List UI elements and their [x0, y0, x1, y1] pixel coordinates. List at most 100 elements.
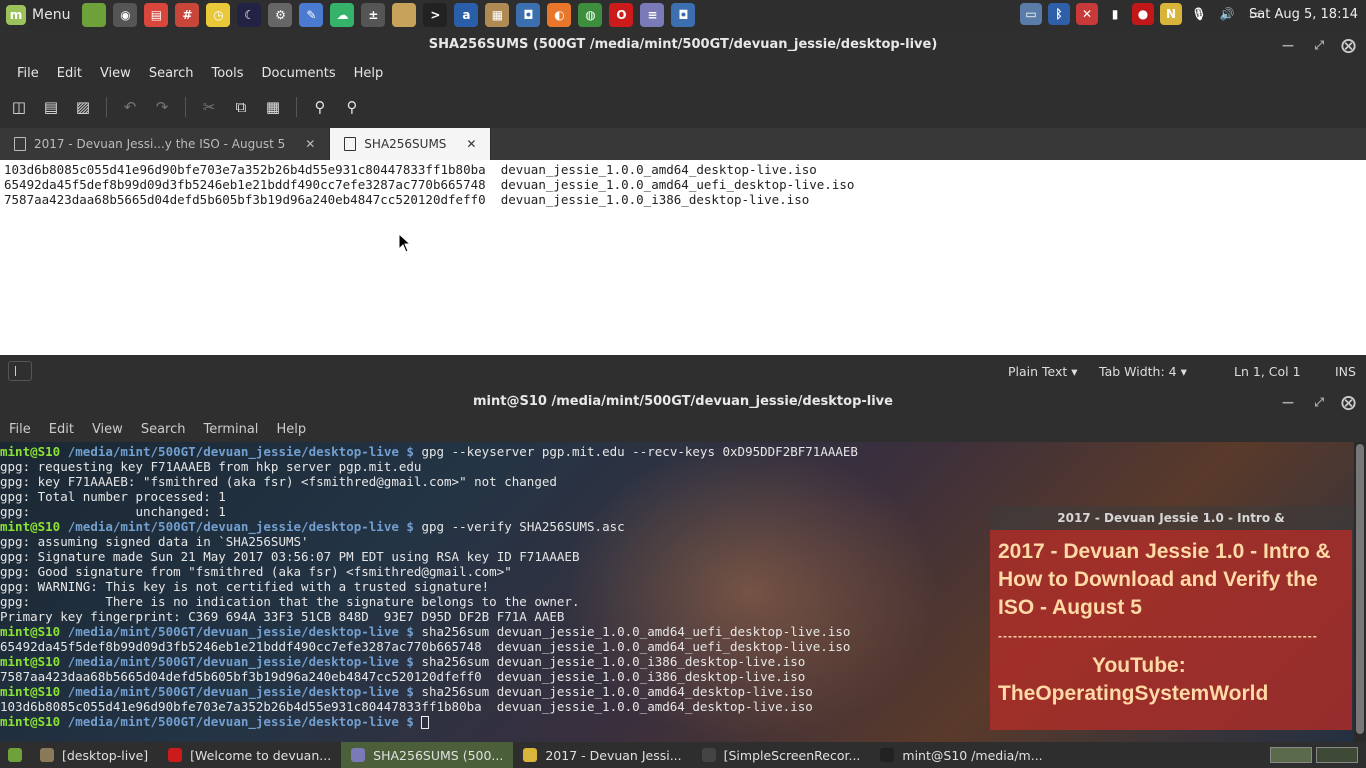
- tab-sha256sums[interactable]: SHA256SUMS ✕: [330, 128, 492, 160]
- prompt-path: /media/mint/500GT/devuan_jessie/desktop-…: [67, 684, 414, 699]
- terminal-scrollbar[interactable]: [1354, 442, 1366, 742]
- workspace-switcher[interactable]: [1270, 747, 1358, 763]
- menu-terminal[interactable]: Terminal: [194, 422, 267, 437]
- overlay-titlebar[interactable]: 2017 - Devuan Jessie 1.0 - Intro &: [990, 506, 1352, 530]
- taskbar-item[interactable]: 2017 - Devuan Jessi...: [513, 742, 691, 768]
- stacks-icon[interactable]: ▤: [144, 3, 169, 27]
- command-text: sha256sum devuan_jessie_1.0.0_amd64_uefi…: [421, 624, 851, 639]
- menu-help[interactable]: Help: [345, 66, 393, 81]
- moon-icon[interactable]: ☾: [237, 3, 262, 27]
- firefox-icon[interactable]: ◐: [547, 3, 572, 27]
- terminal-title-text: mint@S10 /media/mint/500GT/devuan_jessie…: [473, 394, 893, 409]
- record-icon[interactable]: ●: [1132, 3, 1154, 25]
- screenshot-icon[interactable]: ◘: [671, 3, 696, 27]
- taskbar-item[interactable]: [desktop-live]: [30, 742, 158, 768]
- redo-icon[interactable]: ↷: [153, 98, 171, 116]
- menu-search[interactable]: Search: [132, 422, 195, 437]
- terminal-icon[interactable]: >: [423, 3, 448, 27]
- sidebar-toggle-icon[interactable]: [8, 361, 32, 381]
- close-icon[interactable]: ⨂: [1341, 388, 1356, 416]
- show-desktop-button[interactable]: [0, 742, 30, 768]
- cut-icon[interactable]: ✂: [200, 98, 218, 116]
- signal-icon[interactable]: ▮: [1104, 3, 1126, 25]
- prompt-path: /media/mint/500GT/devuan_jessie/desktop-…: [67, 624, 414, 639]
- gedit-editor[interactable]: 103d6b8085c055d41e96d90bfe703e7a352b26b4…: [0, 160, 1366, 355]
- microphone-icon[interactable]: 🎙: [1188, 3, 1210, 25]
- close-icon[interactable]: ⨂: [1341, 30, 1356, 60]
- prompt-path: /media/mint/500GT/devuan_jessie/desktop-…: [67, 519, 414, 534]
- new-document-icon[interactable]: ◫: [10, 98, 28, 116]
- taskbar-item-label: SHA256SUMS (500...: [373, 747, 504, 763]
- language-selector[interactable]: Plain Text ▾: [1008, 355, 1078, 388]
- toolbar-separator: [185, 97, 186, 117]
- maximize-icon[interactable]: ⤢: [1314, 30, 1324, 60]
- clock[interactable]: Sat Aug 5, 18:14: [1249, 0, 1358, 30]
- gedit-titlebar[interactable]: SHA256SUMS (500GT /media/mint/500GT/devu…: [0, 30, 1366, 60]
- clock-icon[interactable]: ◷: [206, 3, 231, 27]
- camera-icon[interactable]: ◘: [516, 3, 541, 27]
- taskbar-item[interactable]: mint@S10 /media/m...: [870, 742, 1052, 768]
- volume-icon[interactable]: 🔊: [1216, 3, 1238, 25]
- maximize-icon[interactable]: ⤢: [1314, 388, 1324, 416]
- opera-icon[interactable]: O: [609, 3, 634, 27]
- find-replace-icon[interactable]: ⚲: [343, 98, 361, 116]
- menu-view[interactable]: View: [91, 66, 140, 81]
- tab-devuan-notes[interactable]: 2017 - Devuan Jessi...y the ISO - August…: [0, 128, 331, 160]
- terminal-menubar: File Edit View Search Terminal Help: [0, 416, 1366, 442]
- settings-icon[interactable]: ⚙: [268, 3, 293, 27]
- menu-file[interactable]: File: [0, 422, 40, 437]
- notes-yellow-icon[interactable]: N: [1160, 3, 1182, 25]
- chrome-icon[interactable]: ◍: [578, 3, 603, 27]
- chat-icon[interactable]: ☁: [330, 3, 355, 27]
- taskbar-item[interactable]: [SimpleScreenRecor...: [692, 742, 871, 768]
- archive-icon[interactable]: ▦: [485, 3, 510, 27]
- open-document-icon[interactable]: ▤: [42, 98, 60, 116]
- command-text: sha256sum devuan_jessie_1.0.0_i386_deskt…: [421, 654, 806, 669]
- save-document-icon[interactable]: ▨: [74, 98, 92, 116]
- bluetooth-icon[interactable]: ᛒ: [1048, 3, 1070, 25]
- command-text: gpg --verify SHA256SUMS.asc: [421, 519, 625, 534]
- menu-search[interactable]: Search: [140, 66, 203, 81]
- undo-icon[interactable]: ↶: [121, 98, 139, 116]
- scrollbar-thumb[interactable]: [1356, 444, 1364, 734]
- editor-line: 65492da45f5def8b99d09d3fb5246eb1e21bddf4…: [4, 177, 855, 192]
- copy-icon[interactable]: ⧉: [232, 98, 250, 116]
- menu-file[interactable]: File: [8, 66, 48, 81]
- tab-close-icon[interactable]: ✕: [466, 137, 476, 151]
- mint-logo-icon: m: [6, 5, 26, 25]
- minimize-icon[interactable]: —: [1282, 30, 1294, 60]
- prompt-user: mint@S10: [0, 684, 61, 699]
- taskbar-item[interactable]: SHA256SUMS (500...: [341, 742, 514, 768]
- display-icon[interactable]: ▭: [1020, 3, 1042, 25]
- cursor-position: Ln 1, Col 1: [1234, 364, 1301, 379]
- minimize-icon[interactable]: —: [1282, 388, 1294, 416]
- menu-help[interactable]: Help: [267, 422, 315, 437]
- recorder-icon: [701, 748, 716, 762]
- webcam-icon[interactable]: ◉: [113, 3, 138, 27]
- grid-tool-icon[interactable]: #: [175, 3, 200, 27]
- workspace-2[interactable]: [1316, 747, 1358, 763]
- files-icon[interactable]: [392, 3, 417, 27]
- menu-tools[interactable]: Tools: [202, 66, 252, 81]
- menu-button[interactable]: m Menu: [0, 0, 76, 30]
- menu-documents[interactable]: Documents: [253, 66, 345, 81]
- workspace-1[interactable]: [1270, 747, 1312, 763]
- terminal-icon: [880, 748, 895, 762]
- paint-icon[interactable]: ✎: [299, 3, 324, 27]
- menu-edit[interactable]: Edit: [48, 66, 91, 81]
- notes-icon[interactable]: ≡: [640, 3, 665, 27]
- menu-edit[interactable]: Edit: [40, 422, 83, 437]
- amazon-icon[interactable]: a: [454, 3, 479, 27]
- gedit-menubar: File Edit View Search Tools Documents He…: [0, 60, 1366, 86]
- folder-green-icon[interactable]: [82, 3, 107, 27]
- tab-close-icon[interactable]: ✕: [305, 137, 315, 151]
- top-panel: m Menu ◉ ▤ # ◷ ☾ ⚙ ✎ ☁ ± > a ▦ ◘ ◐ ◍ O ≡ ◘ ▭ ᛒ ✕ ▮ ● N 🎙 🔊 ▭ Sat …: [0, 0, 1366, 30]
- tab-width-selector[interactable]: Tab Width: 4 ▾: [1099, 355, 1187, 388]
- terminal-titlebar[interactable]: mint@S10 /media/mint/500GT/devuan_jessie…: [0, 388, 1366, 416]
- find-icon[interactable]: ⚲: [311, 98, 329, 116]
- menu-view[interactable]: View: [83, 422, 132, 437]
- calculator-icon[interactable]: ±: [361, 3, 386, 27]
- shield-icon[interactable]: ✕: [1076, 3, 1098, 25]
- paste-icon[interactable]: ▦: [264, 98, 282, 116]
- taskbar-item[interactable]: [Welcome to devuan...: [158, 742, 341, 768]
